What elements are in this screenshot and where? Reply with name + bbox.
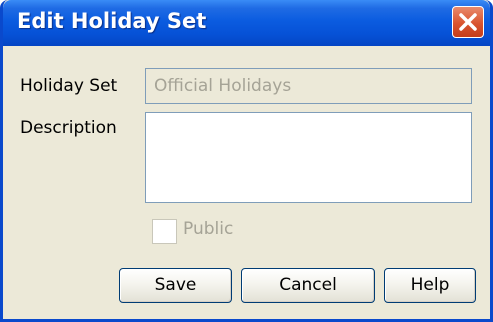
help-button[interactable]: Help	[384, 268, 476, 303]
cancel-button[interactable]: Cancel	[241, 268, 375, 303]
public-checkbox-label: Public	[183, 219, 234, 239]
public-checkbox	[152, 219, 177, 244]
holiday-set-label: Holiday Set	[20, 76, 118, 96]
edit-holiday-set-dialog: Edit Holiday Set Holiday Set Official Ho…	[0, 0, 493, 322]
title-bar[interactable]: Edit Holiday Set	[3, 0, 490, 46]
dialog-title: Edit Holiday Set	[17, 9, 207, 33]
holiday-set-field: Official Holidays	[145, 68, 472, 104]
save-button[interactable]: Save	[119, 268, 232, 303]
description-label: Description	[20, 118, 117, 138]
close-button[interactable]	[452, 6, 484, 38]
description-textarea[interactable]	[145, 112, 472, 203]
dialog-body: Holiday Set Official Holidays Descriptio…	[3, 46, 490, 319]
close-icon	[459, 13, 477, 31]
